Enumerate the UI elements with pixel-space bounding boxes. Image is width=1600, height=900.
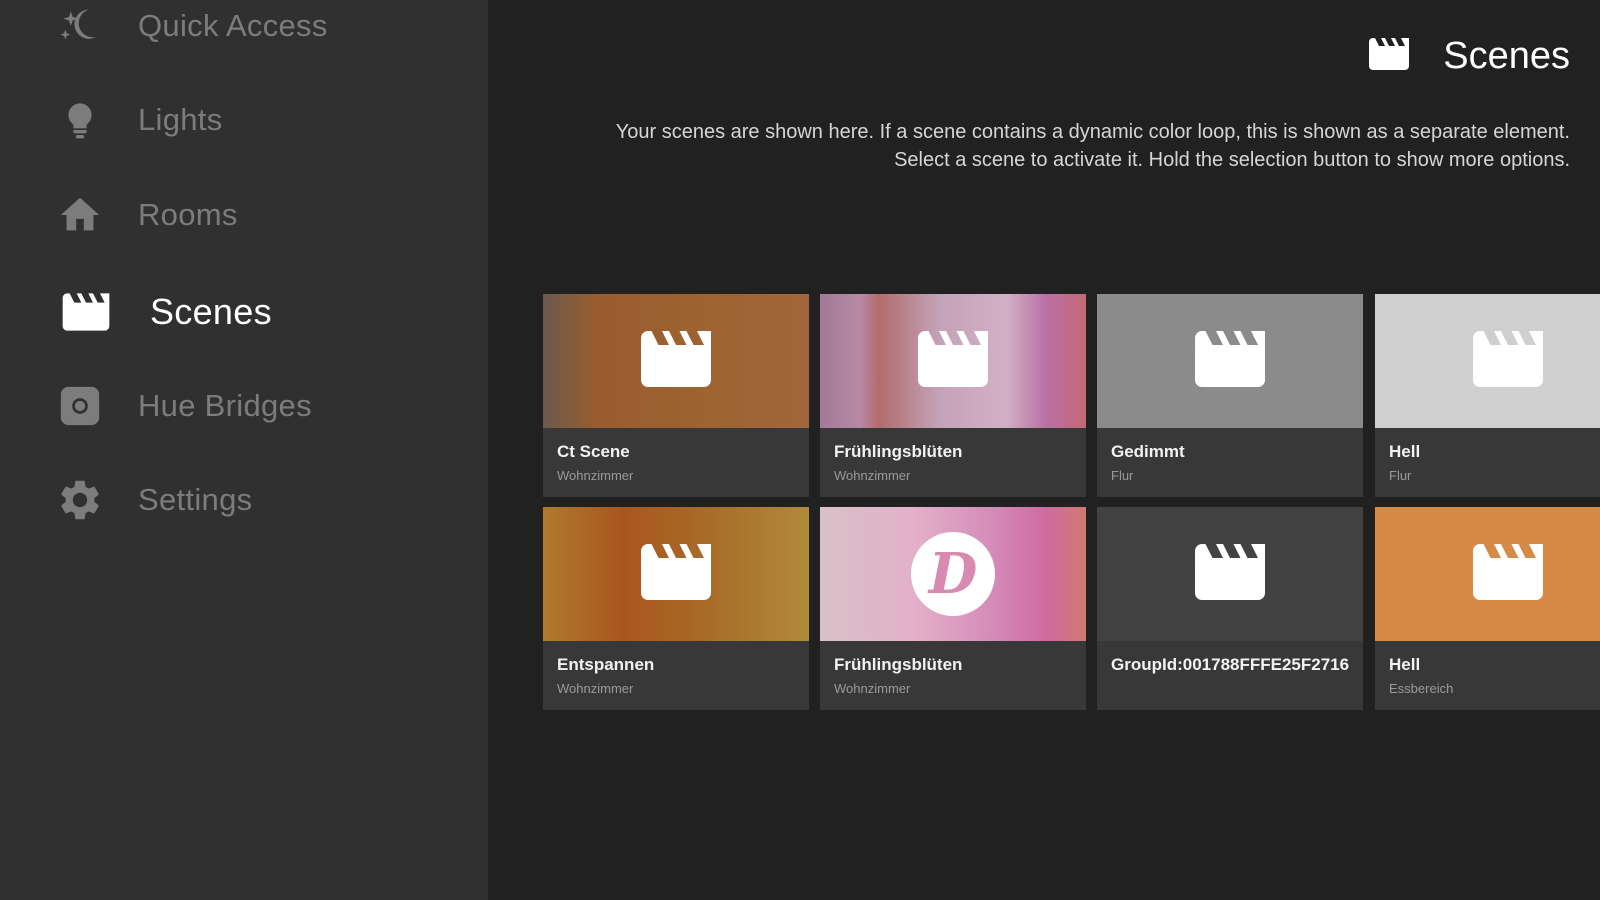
sidebar-item-label: Lights <box>138 102 223 137</box>
sidebar-item-label: Quick Access <box>138 8 328 43</box>
scene-card[interactable]: GroupId:001788FFFE25F2716 <box>1097 507 1363 710</box>
sidebar-item-lights[interactable]: Lights <box>56 90 223 150</box>
description-line: Select a scene to activate it. Hold the … <box>894 149 1570 171</box>
scene-room: Essbereich <box>1389 681 1454 696</box>
scene-room: Wohnzimmer <box>834 468 911 483</box>
scene-card[interactable]: Entspannen Wohnzimmer <box>543 507 809 710</box>
scene-room: Wohnzimmer <box>557 681 634 696</box>
scene-thumbnail <box>1375 507 1600 641</box>
home-icon <box>56 191 104 239</box>
clapperboard-icon <box>634 530 718 619</box>
scene-room: Flur <box>1389 468 1412 483</box>
dynamic-loop-icon: D <box>911 532 995 616</box>
scene-name: GroupId:001788FFFE25F2716 <box>1111 655 1350 674</box>
scene-card[interactable]: Ct Scene Wohnzimmer <box>543 294 809 497</box>
scene-card[interactable]: Gedimmt Flur <box>1097 294 1363 497</box>
scene-thumbnail <box>1097 294 1363 428</box>
gear-icon <box>56 476 104 524</box>
scene-thumbnail <box>543 294 809 428</box>
page-header: Scenes <box>1363 30 1570 83</box>
sidebar-item-label: Hue Bridges <box>138 388 312 423</box>
scene-name: Hell <box>1389 442 1421 461</box>
scene-room: Wohnzimmer <box>834 681 911 696</box>
scene-room: Flur <box>1111 468 1134 483</box>
sidebar-item-label: Rooms <box>138 197 238 232</box>
scene-thumbnail <box>1097 507 1363 641</box>
sidebar-item-settings[interactable]: Settings <box>56 470 252 530</box>
scene-name: Frühlingsblüten <box>834 655 963 674</box>
description-line: Your scenes are shown here. If a scene c… <box>615 121 1570 143</box>
scene-thumbnail <box>1375 294 1600 428</box>
clapperboard-icon <box>1363 30 1415 83</box>
page-description: Your scenes are shown here. If a scene c… <box>570 118 1570 174</box>
bridge-icon <box>56 382 104 430</box>
sidebar-item-hue-bridges[interactable]: Hue Bridges <box>56 376 312 436</box>
sidebar-item-scenes[interactable]: Scenes <box>56 282 272 342</box>
clapperboard-icon <box>1188 530 1272 619</box>
sidebar: Quick Access Lights Rooms Scenes Hue Bri… <box>0 0 488 900</box>
clapperboard-icon <box>1466 317 1550 406</box>
scene-thumbnail <box>820 294 1086 428</box>
scene-thumbnail: D <box>820 507 1086 641</box>
clapperboard-icon <box>634 317 718 406</box>
scene-name: Entspannen <box>557 655 655 674</box>
scene-name: Gedimmt <box>1111 442 1185 461</box>
scene-card[interactable]: D Frühlingsblüten Wohnzimmer <box>820 507 1086 710</box>
page-title: Scenes <box>1443 35 1570 77</box>
bulb-icon <box>56 96 104 144</box>
clapperboard-icon <box>1466 530 1550 619</box>
sidebar-item-label: Scenes <box>150 291 272 332</box>
sidebar-item-rooms[interactable]: Rooms <box>56 185 238 245</box>
scene-name: Frühlingsblüten <box>834 442 963 461</box>
scene-room: Wohnzimmer <box>557 468 634 483</box>
clapperboard-icon <box>1188 317 1272 406</box>
scene-card[interactable]: Frühlingsblüten Wohnzimmer <box>820 294 1086 497</box>
sidebar-item-quick-access[interactable]: Quick Access <box>56 0 328 56</box>
scene-card[interactable]: Hell Essbereich <box>1375 507 1600 710</box>
sidebar-item-label: Settings <box>138 482 253 517</box>
scene-thumbnail <box>543 507 809 641</box>
quick-access-icon <box>56 2 104 50</box>
clapperboard-icon <box>56 284 116 340</box>
scene-name: Ct Scene <box>557 442 630 461</box>
scene-name: Hell <box>1389 655 1421 674</box>
clapperboard-icon <box>911 317 995 406</box>
scene-card[interactable]: Hell Flur <box>1375 294 1600 497</box>
